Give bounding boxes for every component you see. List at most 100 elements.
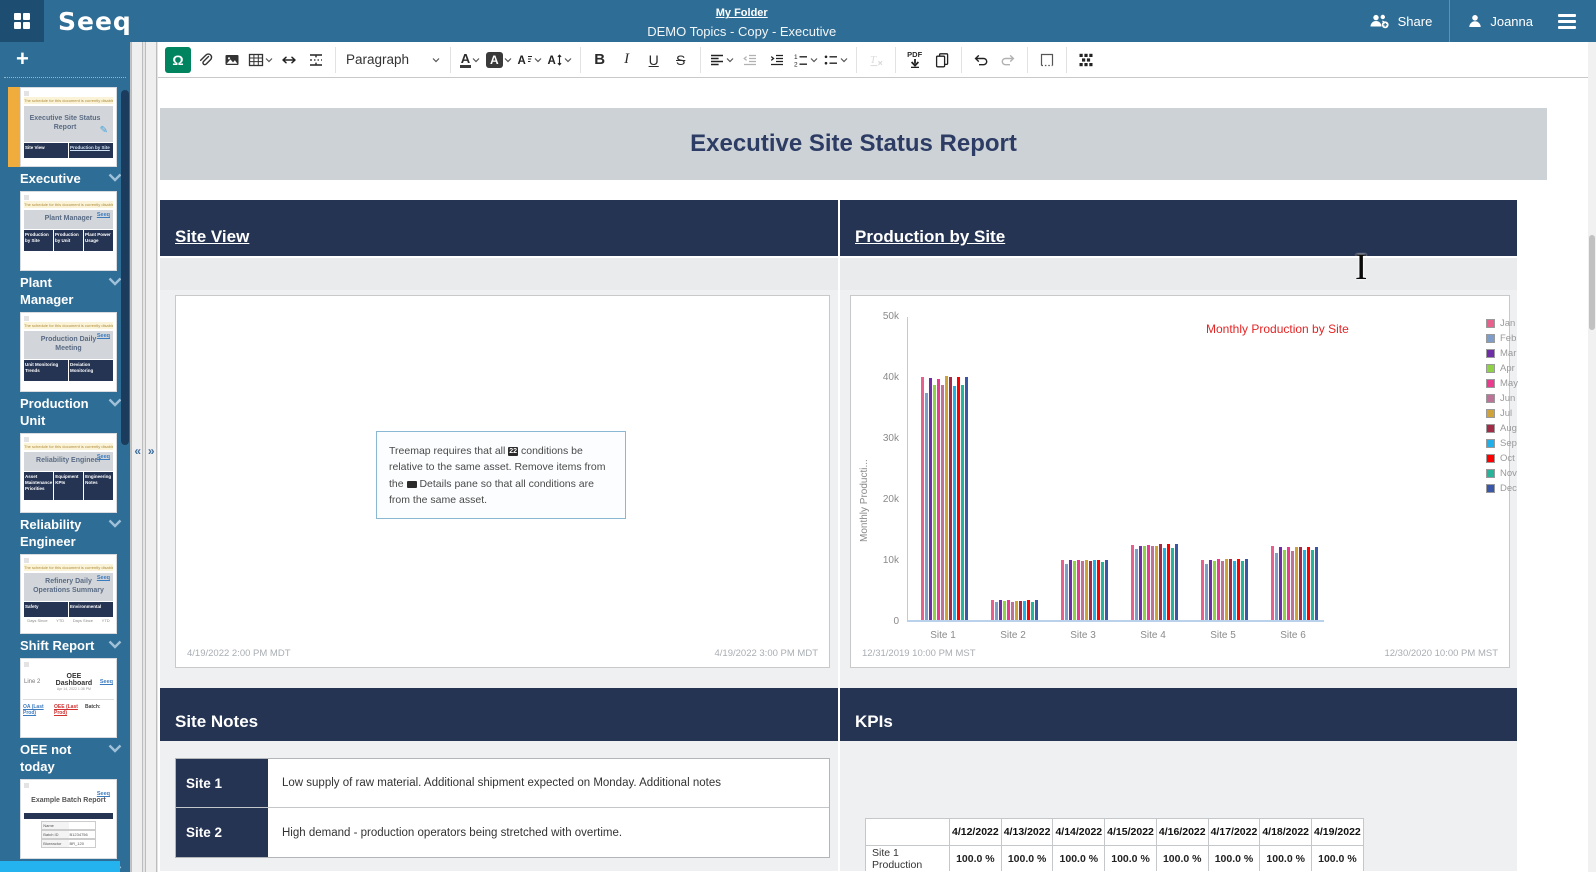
sidebar-item-label[interactable]: Shift Report (20, 637, 128, 654)
underline-button[interactable]: U (641, 47, 667, 73)
fixed-width-button[interactable] (1073, 47, 1099, 73)
thumbnail-checkbox[interactable] (24, 437, 29, 442)
document-thumbnail[interactable]: The schedule for this document is curren… (20, 433, 117, 513)
breadcrumb-my-folder[interactable]: My Folder (716, 6, 768, 21)
thumbnail-checkbox[interactable] (24, 91, 29, 96)
thumbnail-checkbox[interactable] (24, 558, 29, 563)
sidebar-item-plant-manager: The schedule for this document is curren… (0, 191, 130, 308)
sub-row (840, 258, 1517, 290)
strikethrough-button[interactable]: S (668, 47, 694, 73)
outdent-button[interactable] (737, 47, 763, 73)
document-thumbnail[interactable]: The schedule for this document is curren… (20, 87, 117, 167)
paragraph-style-select[interactable]: Paragraph (342, 52, 444, 67)
range-start: 4/19/2022 2:00 PM MDT (187, 648, 291, 659)
sidebar-item-label[interactable]: Production Unit (20, 395, 128, 429)
bar-jul (1085, 560, 1088, 620)
legend-swatch (1486, 334, 1495, 343)
highlight-color-button[interactable]: A (484, 47, 514, 73)
chevron-down-icon[interactable] (108, 519, 122, 528)
sidebar-item-label[interactable]: Reliability Engineer (20, 516, 128, 550)
hamburger-menu-icon[interactable] (1550, 14, 1596, 29)
table-button[interactable] (246, 47, 275, 73)
document-thumbnail[interactable]: The schedule for this document is curren… (20, 312, 117, 392)
window-scrollbar[interactable] (1588, 42, 1596, 872)
bold-button[interactable]: B (587, 47, 613, 73)
legend-swatch (1486, 319, 1495, 328)
sidebar-item-label[interactable]: OEE not today (20, 741, 128, 775)
bar-jun (1151, 546, 1154, 620)
share-button[interactable]: Share (1352, 0, 1450, 42)
page-break-button[interactable] (303, 47, 329, 73)
image-button[interactable] (219, 47, 245, 73)
ordered-list-button[interactable]: 12 (791, 47, 820, 73)
thumbnail-checkbox[interactable] (24, 662, 29, 667)
clear-formatting-button[interactable]: T (863, 47, 889, 73)
app-switcher-button[interactable] (0, 0, 44, 42)
thumbnail-checkbox[interactable] (24, 316, 29, 321)
bar-group-site-3 (1049, 317, 1119, 620)
bar-sep (1303, 550, 1306, 620)
bar-dec (1315, 547, 1318, 620)
chevron-down-icon[interactable] (108, 398, 122, 407)
range-start: 12/31/2019 10:00 PM MST (862, 648, 976, 659)
production-chart-panel[interactable]: Monthly Producti... Monthly Production b… (850, 295, 1510, 668)
thumbnail-checkbox[interactable] (24, 783, 29, 788)
range-end: 12/30/2020 10:00 PM MST (1384, 648, 1498, 659)
sidebar-scrollbar-thumb[interactable] (121, 90, 129, 445)
bar-jan (1061, 560, 1064, 620)
width-resize-button[interactable] (276, 47, 302, 73)
document-thumbnail[interactable]: The schedule for this document is curren… (20, 554, 117, 634)
document-thumbnail[interactable]: Line 2 OEE Dashboard Apr 14, 2022 1:38 P… (20, 658, 117, 738)
redo-button[interactable] (995, 47, 1021, 73)
window-scrollbar-thumb[interactable] (1589, 235, 1595, 330)
seeq-logo: Seeq (58, 7, 132, 36)
sidebar-item-label[interactable]: Executive (20, 170, 128, 187)
align-left-button[interactable] (707, 47, 736, 73)
site-view-panel[interactable]: Treemap requires that all 22 conditions … (175, 295, 830, 668)
legend-swatch (1486, 424, 1495, 433)
collapse-left-icon[interactable]: « (134, 444, 141, 458)
add-document-button[interactable]: + (16, 48, 38, 70)
copy-document-button[interactable] (929, 47, 955, 73)
sidebar-item-label[interactable]: Plant Manager (20, 274, 128, 308)
section-header-kpis: KPIs (840, 688, 1517, 741)
document-thumbnail[interactable]: Example Batch Report Seeq Name Batch IDB… (20, 779, 117, 859)
chevron-down-icon[interactable] (108, 277, 122, 286)
seeq-content-button[interactable]: Ω (165, 47, 191, 73)
expand-right-icon[interactable]: » (148, 444, 155, 458)
page-margins-button[interactable] (1034, 47, 1060, 73)
chevron-down-icon[interactable] (108, 173, 122, 182)
top-bar: Seeq My Folder DEMO Topics - Copy - Exec… (0, 0, 1596, 42)
unordered-list-button[interactable] (821, 47, 850, 73)
kpi-table: 4/12/20224/13/20224/14/20224/15/20224/16… (865, 818, 1364, 871)
user-icon (1467, 13, 1483, 29)
report-title-banner: Executive Site Status Report (160, 108, 1547, 180)
bar-feb (925, 393, 928, 620)
document-thumbnail[interactable]: The schedule for this document is curren… (20, 191, 117, 271)
bar-dec (1105, 560, 1108, 620)
indent-button[interactable] (764, 47, 790, 73)
pdf-export-button[interactable]: PDF (902, 47, 928, 73)
panel-splitter[interactable]: « » (130, 42, 158, 872)
chevron-down-icon[interactable] (108, 744, 122, 753)
y-tick-label: 10k (851, 555, 899, 566)
site-view-link[interactable]: Site View (175, 227, 249, 247)
line-height-button[interactable]: A (545, 47, 574, 73)
link-button[interactable] (192, 47, 218, 73)
font-size-button[interactable]: A (515, 47, 544, 73)
bar-oct (1167, 544, 1170, 620)
undo-button[interactable] (968, 47, 994, 73)
user-menu[interactable]: Joanna (1450, 0, 1550, 42)
chevron-down-icon[interactable] (108, 640, 122, 649)
condition-count-badge: 22 (508, 447, 518, 456)
toolbar-group: BIUS (581, 47, 701, 73)
bar-feb (1135, 549, 1138, 620)
font-color-button[interactable]: A (457, 47, 483, 73)
kpi-value: 100.0 % (1260, 846, 1312, 872)
thumbnail-checkbox[interactable] (24, 195, 29, 200)
toolbar-group: Ω (159, 47, 336, 73)
kpi-value: 100.0 % (1208, 846, 1260, 872)
italic-button[interactable]: I (614, 47, 640, 73)
production-by-site-link[interactable]: Production by Site (855, 227, 1005, 247)
document-canvas[interactable]: Executive Site Status Report Site View P… (158, 78, 1588, 871)
